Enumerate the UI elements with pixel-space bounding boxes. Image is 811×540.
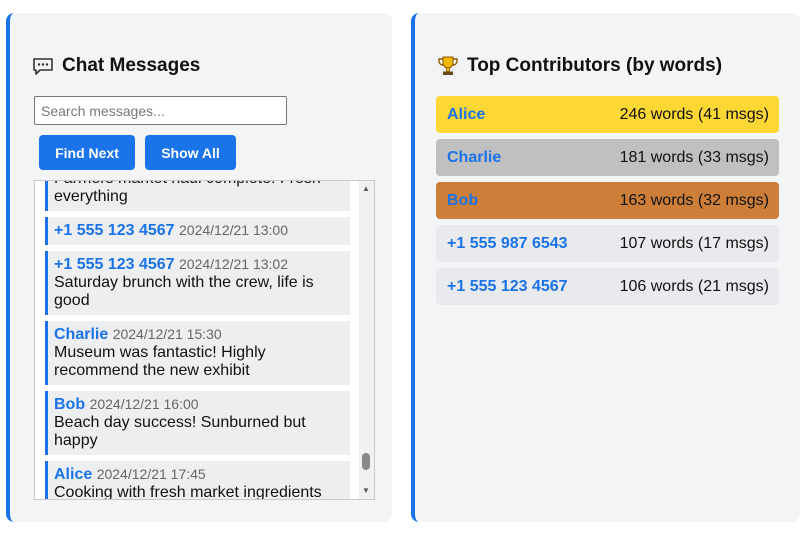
message-sender: Alice [54,466,93,483]
contributor-row: Charlie 181 words (33 msgs) [436,139,779,176]
contributor-stat: 163 words (32 msgs) [619,191,769,209]
message-time: 2024/12/21 16:00 [89,396,199,412]
message-item: +1 555 123 4567 2024/12/21 13:02 Saturda… [45,251,350,315]
contributors-panel: Top Contributors (by words) Alice 246 wo… [411,13,800,522]
contributor-name: Alice [447,105,486,123]
message-text: Museum was fantastic! Highly recommend t… [54,344,266,379]
contributor-stat: 246 words (41 msgs) [619,105,769,123]
contributors-title-text: Top Contributors (by words) [467,55,723,76]
chat-title-text: Chat Messages [62,55,201,76]
contributor-row: +1 555 123 4567 106 words (21 msgs) [436,268,779,305]
message-item: Charlie 2024/12/21 15:30 Museum was fant… [45,321,350,385]
message-sender: +1 555 123 4567 [54,222,175,239]
speech-bubble-icon [33,58,53,75]
chat-panel: Chat Messages Find Next Show All Farmers… [6,13,392,522]
contributor-name: Charlie [447,148,502,166]
contributors-list: Alice 246 words (41 msgs) Charlie 181 wo… [436,96,779,311]
message-sender: Bob [54,396,86,413]
message-time: 2024/12/21 13:02 [179,256,289,272]
contributors-title: Top Contributors (by words) [437,55,722,77]
message-item: Alice 2024/12/21 17:45 Cooking with fres… [45,461,350,500]
message-sender: +1 555 123 4567 [54,256,175,273]
scroll-thumb[interactable] [362,453,370,470]
message-time: 2024/12/21 13:00 [179,222,289,238]
show-all-button[interactable]: Show All [145,135,236,170]
message-item: Bob 2024/12/21 16:00 Beach day success! … [45,391,350,455]
contributor-row: +1 555 987 6543 107 words (17 msgs) [436,225,779,262]
message-text: Beach day success! Sunburned but happy [54,414,306,449]
contributor-name: +1 555 987 6543 [447,234,568,252]
scroll-up-icon[interactable]: ▲ [362,184,370,194]
contributor-stat: 107 words (17 msgs) [619,234,769,252]
trophy-icon [438,56,458,75]
contributor-stat: 181 words (33 msgs) [619,148,769,166]
message-text: Farmers market haul complete! Fresh ever… [54,181,321,205]
message-item: +1 555 123 4567 2024/12/21 13:00 [45,217,350,245]
message-time: 2024/12/21 15:30 [112,326,222,342]
scroll-down-icon[interactable]: ▼ [362,486,370,496]
message-list[interactable]: Farmers market haul complete! Fresh ever… [34,180,375,500]
contributor-stat: 106 words (21 msgs) [619,277,769,295]
message-time: 2024/12/21 17:45 [96,466,206,482]
contributor-name: Bob [447,191,479,209]
contributor-name: +1 555 123 4567 [447,277,568,295]
contributor-row: Bob 163 words (32 msgs) [436,182,779,219]
message-text: Saturday brunch with the crew, life is g… [54,274,314,309]
message-item: Farmers market haul complete! Fresh ever… [45,181,350,211]
search-input[interactable] [34,96,287,125]
message-sender: Charlie [54,326,109,343]
message-text: Cooking with fresh market ingredients to… [54,484,322,500]
message-scrollbar[interactable]: ▲ ▼ [359,181,374,499]
chat-title: Chat Messages [32,55,200,77]
contributor-row: Alice 246 words (41 msgs) [436,96,779,133]
find-next-button[interactable]: Find Next [39,135,135,170]
